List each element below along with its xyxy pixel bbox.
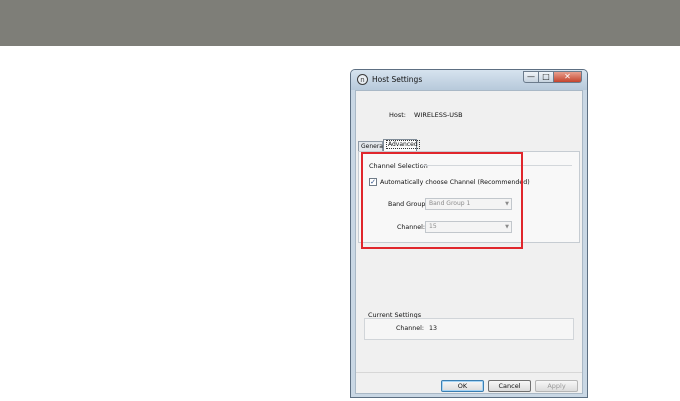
top-banner [0, 0, 680, 46]
current-channel-value: 13 [429, 325, 438, 332]
tab-advanced-label: Advanced [386, 140, 420, 149]
host-value: WIRELESS-USB [414, 111, 463, 119]
footer-divider [356, 372, 582, 373]
host-label: Host: [389, 111, 406, 119]
tab-general[interactable]: General [358, 141, 385, 151]
apply-button[interactable]: Apply [535, 380, 578, 392]
app-icon: n [357, 74, 368, 85]
ok-button[interactable]: OK [441, 380, 484, 392]
cancel-button[interactable]: Cancel [488, 380, 531, 392]
title-bar[interactable]: n Host Settings — □ ✕ [351, 70, 587, 90]
tab-advanced[interactable]: Advanced [383, 139, 420, 151]
window-controls: — □ ✕ [523, 71, 582, 84]
current-channel-label: Channel: [396, 325, 424, 332]
window-title: Host Settings [372, 75, 423, 84]
close-button[interactable]: ✕ [554, 71, 582, 83]
red-highlight-box [361, 152, 523, 249]
minimize-button[interactable]: — [523, 71, 539, 83]
maximize-button[interactable]: □ [539, 71, 554, 83]
